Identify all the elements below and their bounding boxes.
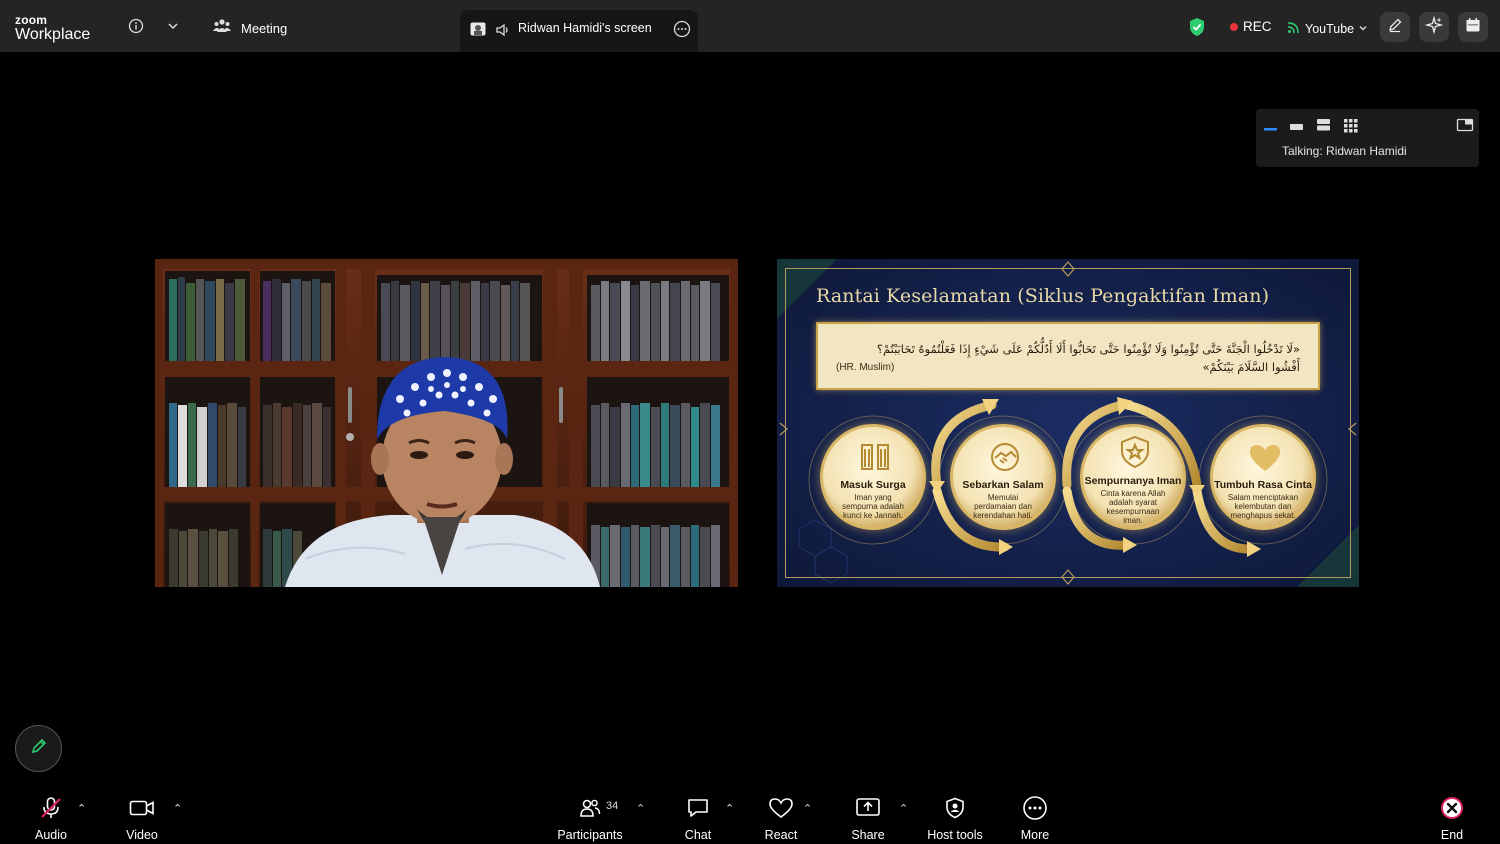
- chat-bubble-icon: [686, 796, 710, 820]
- host-tools-label: Host tools: [927, 828, 983, 842]
- heart-icon: [768, 796, 794, 820]
- apps-button[interactable]: [1458, 12, 1488, 42]
- medallion-desc: Cinta karena Allah adalah syarat kesempu…: [1100, 489, 1166, 525]
- participant-video-tile[interactable]: [155, 259, 738, 587]
- ellipsis-icon: [1022, 796, 1048, 820]
- shield-star-icon: [1121, 435, 1149, 469]
- slide-frame: [785, 268, 1351, 578]
- video-label: Video: [126, 828, 158, 842]
- stacked-view-icon[interactable]: [1315, 117, 1333, 133]
- recording-indicator[interactable]: REC: [1230, 19, 1272, 34]
- meeting-tab-label[interactable]: Meeting: [241, 21, 287, 36]
- annotate-pen-icon: [1387, 17, 1403, 38]
- chevron-down-icon: [1358, 22, 1368, 36]
- hadith-source: (HR. Muslim): [836, 362, 895, 373]
- more-button[interactable]: More: [1018, 796, 1052, 842]
- audio-options-caret-icon[interactable]: ⌃: [77, 802, 86, 815]
- audio-button[interactable]: Audio: [32, 796, 70, 842]
- react-options-caret-icon[interactable]: ⌃: [803, 802, 812, 815]
- chat-label: Chat: [684, 828, 712, 842]
- hadith-scroll: «لَا تَدْخُلُوا الْجَنَّةَ حَتَّى تُؤْمِ…: [816, 322, 1320, 390]
- share-label: Share: [851, 828, 885, 842]
- participants-label: Participants: [557, 828, 623, 842]
- presenter-avatar-icon: [470, 22, 486, 36]
- pencil-icon: [29, 736, 49, 761]
- medallion-desc: Iman yang sempurna adalah kunci ke Janna…: [842, 493, 904, 520]
- medallion-desc: Salam menciptakan kelembutan dan menghap…: [1227, 493, 1299, 520]
- medallion-title: Sempurnanya Iman: [1084, 475, 1182, 487]
- medallion-sempurnanya-iman: Sempurnanya Iman Cinta karena Allah adal…: [1080, 424, 1186, 530]
- ai-sparkle-icon: [1424, 15, 1444, 39]
- rec-dot-icon: [1230, 22, 1238, 31]
- pop-out-panel-icon[interactable]: [1456, 117, 1474, 133]
- meeting-people-icon: [212, 16, 232, 36]
- react-label: React: [764, 828, 798, 842]
- hadith-text: «لَا تَدْخُلُوا الْجَنَّةَ حَتَّى تُؤْمِ…: [860, 340, 1300, 376]
- view-control-panel: Talking: Ridwan Hamidi: [1256, 109, 1479, 167]
- share-options-caret-icon[interactable]: ⌃: [899, 802, 908, 815]
- more-label: More: [1020, 828, 1050, 842]
- livestream-label: YouTube: [1305, 21, 1355, 36]
- speaker-view-icon[interactable]: [1262, 117, 1280, 133]
- medallion-tumbuh-rasa-cinta: Tumbuh Rasa Cinta Salam menciptakan kele…: [1210, 424, 1316, 530]
- medallion-desc: Memulai perdamaian dan kerendahan hati.: [973, 493, 1033, 520]
- rec-label: REC: [1243, 19, 1272, 34]
- top-bar: zoom Workplace Meeting Ridwan Hamidi's s…: [0, 0, 1500, 52]
- logo-zoom-text: zoom: [15, 13, 48, 27]
- broadcast-icon: [1287, 20, 1301, 37]
- speaker-icon[interactable]: [495, 22, 511, 38]
- camera-icon: [129, 796, 155, 820]
- filmstrip-view-icon[interactable]: [1288, 117, 1306, 133]
- speaker-video-feed: [155, 259, 738, 587]
- more-circle-icon[interactable]: [673, 20, 691, 38]
- medallion-sebarkan-salam: Sebarkan Salam Memulai perdamaian dan ke…: [950, 424, 1056, 530]
- heart-icon: [1250, 445, 1280, 471]
- slide-title: Rantai Keselamatan (Siklus Pengaktifan I…: [816, 285, 1270, 307]
- gate-icon: [861, 444, 889, 470]
- livestream-indicator[interactable]: YouTube: [1287, 20, 1368, 37]
- chat-options-caret-icon[interactable]: ⌃: [725, 802, 734, 815]
- medallion-title: Sebarkan Salam: [962, 479, 1044, 491]
- react-button[interactable]: React: [764, 796, 798, 842]
- shield-check-icon[interactable]: [1187, 17, 1207, 37]
- host-shield-icon: [944, 796, 966, 820]
- host-tools-button[interactable]: Host tools: [926, 796, 984, 842]
- gallery-view-icon[interactable]: [1342, 117, 1360, 133]
- logo-workplace-text: Workplace: [15, 26, 91, 43]
- handshake-icon: [991, 443, 1019, 471]
- calendar-icon: [1465, 17, 1481, 38]
- video-options-caret-icon[interactable]: ⌃: [173, 802, 182, 815]
- screen-share-tab[interactable]: Ridwan Hamidi's screen: [460, 10, 698, 52]
- medallion-masuk-surga: Masuk Surga Iman yang sempurna adalah ku…: [820, 424, 926, 530]
- zoom-workplace-logo: zoom Workplace: [15, 14, 90, 43]
- participants-icon: [579, 796, 601, 820]
- info-icon[interactable]: [126, 16, 146, 36]
- participants-options-caret-icon[interactable]: ⌃: [636, 802, 645, 815]
- participants-count: 34: [606, 800, 619, 812]
- end-x-icon: [1440, 796, 1464, 820]
- end-label: End: [1440, 828, 1464, 842]
- chevron-down-icon[interactable]: [163, 16, 183, 36]
- screen-tab-label: Ridwan Hamidi's screen: [518, 21, 652, 35]
- share-screen-icon: [855, 796, 881, 820]
- audio-label: Audio: [35, 828, 67, 842]
- video-button[interactable]: Video: [124, 796, 160, 842]
- hadith-line-1: «لَا تَدْخُلُوا الْجَنَّةَ حَتَّى تُؤْمِ…: [876, 342, 1300, 356]
- share-button[interactable]: Share: [851, 796, 885, 842]
- ai-companion-button[interactable]: [1419, 12, 1449, 42]
- medallion-title: Tumbuh Rasa Cinta: [1214, 479, 1312, 491]
- end-meeting-button[interactable]: End: [1437, 796, 1467, 842]
- medallion-title: Masuk Surga: [840, 479, 906, 491]
- floating-annotate-button[interactable]: [15, 725, 62, 772]
- mic-muted-icon: [39, 796, 63, 820]
- chat-button[interactable]: Chat: [683, 796, 713, 842]
- talking-indicator: Talking: Ridwan Hamidi: [1282, 144, 1407, 158]
- shared-screen-tile[interactable]: Rantai Keselamatan (Siklus Pengaktifan I…: [777, 259, 1359, 587]
- hadith-line-2: أَفْشُوا السَّلَامَ بَيْنَكُمْ»: [1202, 360, 1300, 374]
- zoom-meeting-window: zoom Workplace Meeting Ridwan Hamidi's s…: [0, 0, 1500, 844]
- annotate-button[interactable]: [1380, 12, 1410, 42]
